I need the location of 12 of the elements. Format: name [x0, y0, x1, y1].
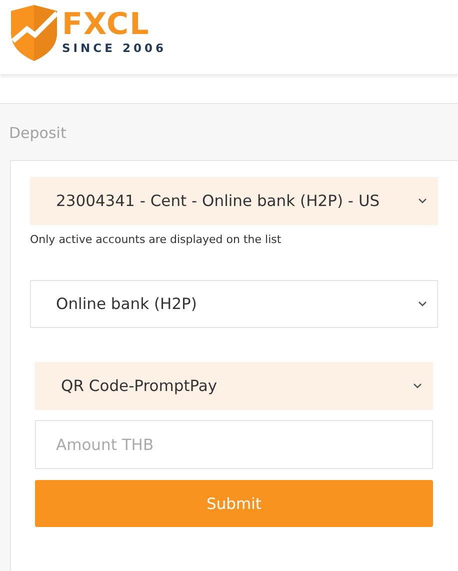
dropdown[interactable]: 23004341 - Cent - Online bank (H2P) - US — [30, 177, 438, 225]
shield-logo-icon — [9, 3, 59, 61]
hint-text: Only active accounts are displayed on the list — [30, 233, 282, 248]
amount-field[interactable]: Amount THB — [35, 420, 433, 469]
dropdown[interactable]: QR Code-PromptPay — [35, 362, 433, 410]
chevron-down-icon — [418, 301, 427, 307]
logo-name: FXCL — [62, 9, 151, 41]
dropdown[interactable]: Online bank (H2P) — [30, 280, 438, 328]
chevron-down-icon — [418, 198, 427, 204]
page-title: Deposit — [9, 124, 68, 142]
chevron-down-icon — [413, 383, 422, 389]
logo-tagline: SINCE 2006 — [62, 41, 166, 55]
